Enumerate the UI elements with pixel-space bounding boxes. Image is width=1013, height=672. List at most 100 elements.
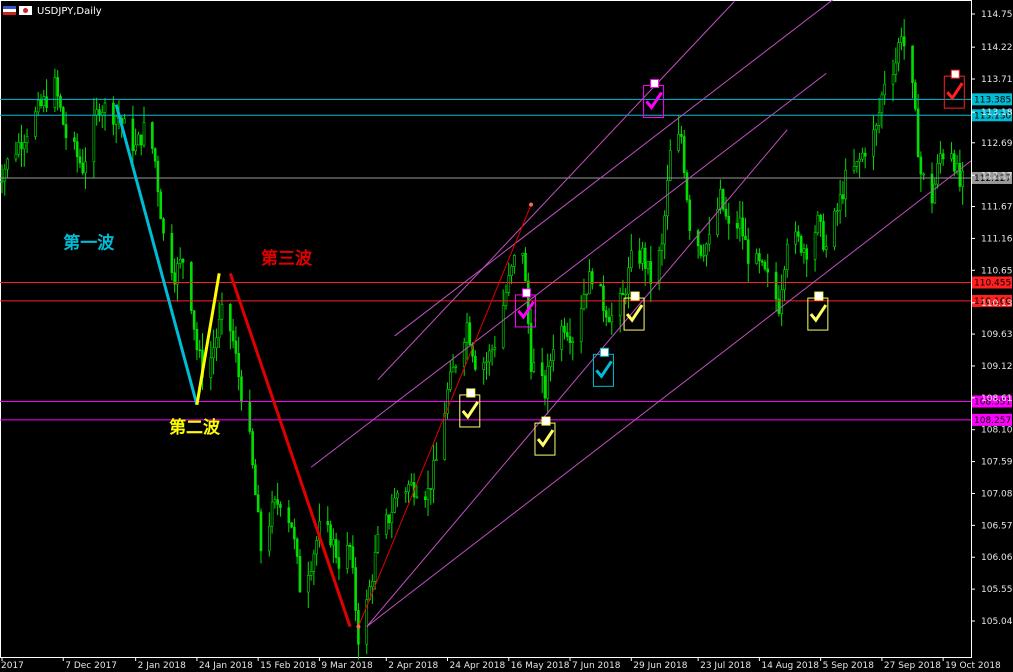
candle-body [939, 153, 942, 164]
candle-body [565, 332, 569, 337]
candle-body [560, 325, 563, 350]
candle-body [822, 221, 825, 250]
y-tick-label: 111.160 [981, 234, 1013, 244]
candle-body [45, 96, 48, 108]
candle-body [315, 540, 318, 555]
candle-body [961, 170, 964, 187]
candle-body [504, 291, 508, 306]
candle-body [861, 152, 864, 160]
candle-body [532, 362, 536, 372]
signal-square [599, 347, 609, 357]
candle-body [268, 525, 271, 552]
candle-body [181, 259, 185, 263]
candle-body [629, 250, 633, 269]
candle-body [688, 199, 692, 231]
x-tick-label: 7 Dec 2017 [65, 661, 117, 671]
checkmark [625, 304, 644, 323]
candle-body [337, 557, 341, 569]
candle-body [426, 488, 430, 500]
candle-body [156, 160, 160, 193]
candle-body [229, 304, 232, 332]
candle-body [312, 553, 316, 572]
candle-body [376, 533, 380, 553]
candle-body [746, 239, 750, 264]
candle-body [6, 158, 9, 170]
channel-line [377, 1, 735, 381]
candle-body [891, 74, 895, 85]
wave-lines-layer [114, 104, 534, 629]
candle-body [702, 254, 705, 257]
candle-body [487, 350, 491, 363]
candle-body [844, 169, 847, 200]
candle-body [443, 413, 447, 460]
x-tick-label: 24 Jan 2018 [199, 661, 253, 671]
y-tick-label: 112.170 [981, 171, 1013, 181]
candle-body [0, 180, 4, 183]
candle-body [373, 552, 377, 582]
y-tick-label: 113.710 [981, 75, 1013, 85]
candle-body [852, 166, 856, 171]
candle-body [485, 361, 488, 364]
candle-body [234, 340, 238, 354]
candle-body [348, 544, 352, 547]
y-tick-label: 108.610 [981, 394, 1013, 404]
candle-body [682, 136, 686, 174]
x-tick-label: 2 Jan 2018 [138, 661, 186, 671]
signal-square [814, 291, 824, 301]
y-tick-label: 107.590 [981, 458, 1013, 468]
candle-body [805, 248, 809, 260]
candle-body [371, 581, 374, 588]
candle-body [607, 316, 611, 323]
candle-body [707, 234, 711, 245]
candle-body [582, 294, 586, 310]
candle-body [627, 267, 630, 295]
candle-body [306, 575, 310, 593]
candle-body [393, 497, 396, 513]
candle-body [880, 94, 884, 114]
candle-body [643, 247, 647, 269]
candle-body [139, 134, 143, 146]
candle-body [276, 499, 279, 505]
y-tick-label: 114.220 [981, 43, 1013, 53]
candle-body [384, 514, 388, 535]
candle-body [774, 271, 778, 300]
candle-body [660, 243, 664, 251]
wave-line [114, 104, 199, 406]
y-tick-label: 111.670 [981, 203, 1013, 213]
candle-body [758, 253, 761, 262]
candle-body [326, 520, 330, 525]
candle-body [279, 504, 282, 508]
candle-body [454, 366, 458, 368]
candle-body [53, 77, 57, 108]
candle-body [883, 83, 886, 96]
candle-body [295, 538, 299, 557]
candle-body [936, 163, 939, 185]
candle-body [524, 252, 527, 282]
candle-body [3, 168, 7, 182]
x-tick-label: 29 Jun 2018 [633, 661, 687, 671]
time-axis: 2017 7 Dec 2017 2 Jan 2018 24 Jan 2018 15 Fe… [1, 657, 1001, 671]
candle-body [780, 289, 783, 314]
candle-body [724, 208, 728, 217]
candle-body [75, 141, 79, 158]
x-tick-label: 14 Aug 2018 [761, 661, 819, 671]
candle-body [794, 231, 797, 245]
candle-body [309, 570, 313, 576]
candle-body [153, 148, 157, 162]
y-tick-label: 106.060 [981, 553, 1013, 563]
signal-markers-layer [459, 69, 965, 456]
candlestick-chart: USDJPY,Daily 113.385113.130112.127110.45… [0, 0, 1013, 671]
candle-body [404, 491, 408, 494]
candle-body [579, 308, 583, 342]
candle-body [952, 153, 956, 172]
candle-body [273, 499, 277, 503]
candle-body [423, 496, 427, 500]
y-tick-label: 107.080 [981, 489, 1013, 499]
candle-body [329, 524, 332, 546]
candle-body [354, 567, 357, 611]
wave-label: 第二波 [169, 417, 221, 438]
y-tick-label: 108.100 [981, 426, 1013, 436]
candle-body [955, 163, 959, 172]
candle-body [552, 349, 555, 362]
candle-body [933, 183, 937, 204]
